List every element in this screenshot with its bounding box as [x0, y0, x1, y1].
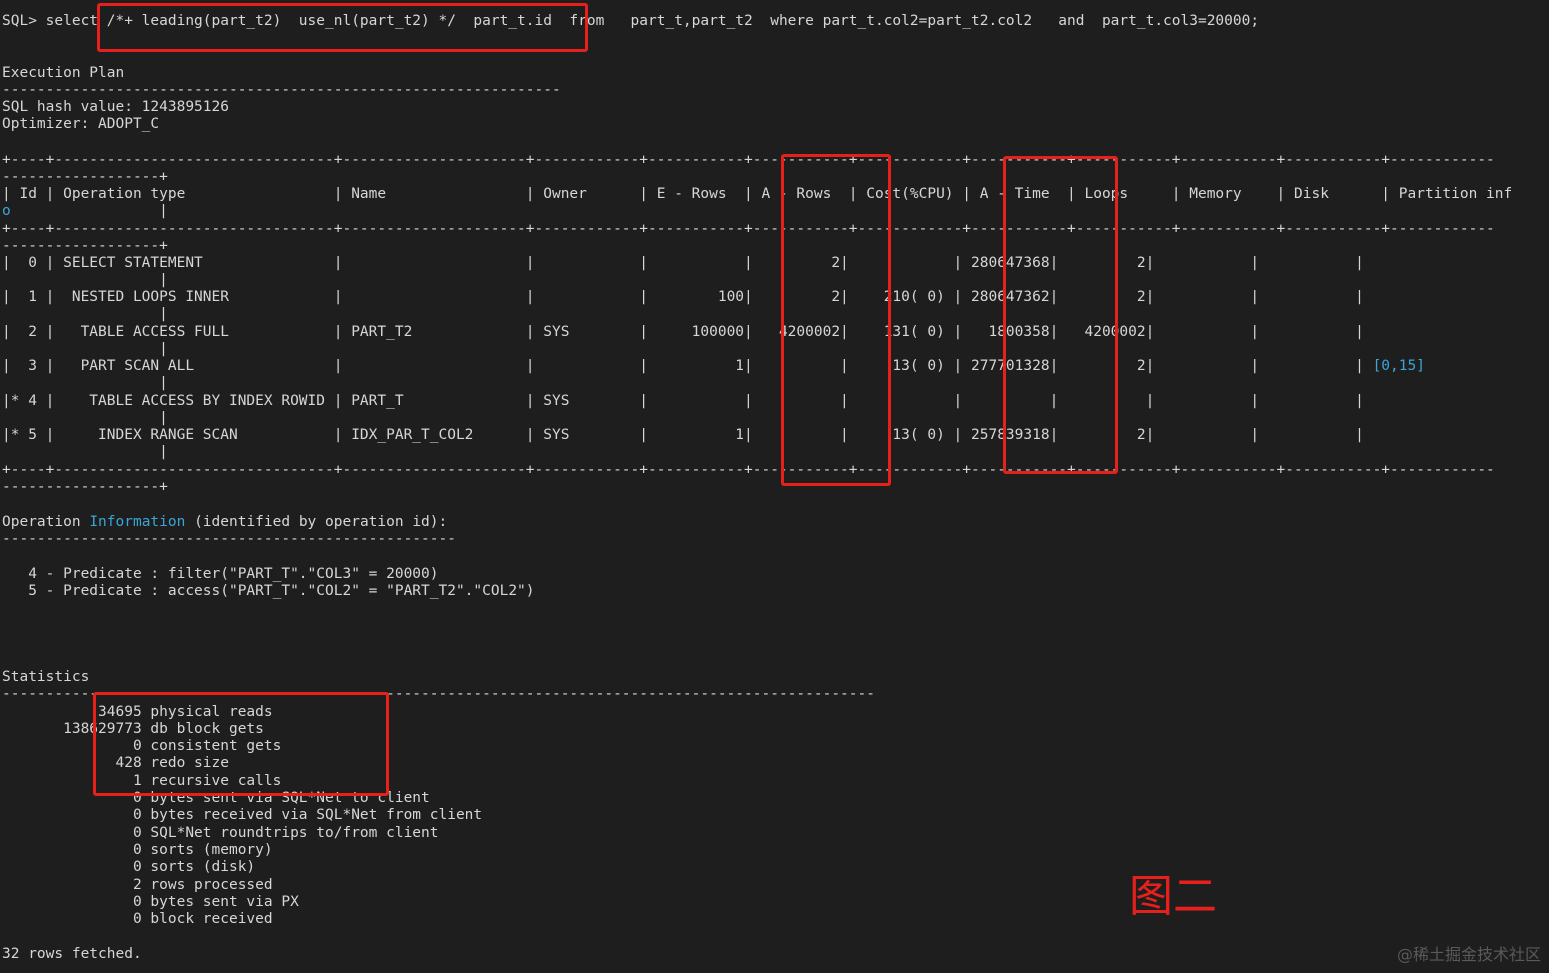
list-item: 0 bytes sent via SQL*Net to client	[2, 790, 430, 806]
operation-info-title: Operation Information (identified by ope…	[2, 514, 447, 531]
table-row-wrap: |	[2, 306, 168, 322]
table-border-top-wrap: ------------------+	[2, 169, 168, 185]
list-item: 0 block received	[2, 911, 273, 927]
list-item: 1 recursive calls	[2, 773, 282, 789]
table-header-wrap: |	[2, 203, 168, 219]
table-border-bottom: +----+--------------------------------+-…	[2, 462, 1495, 478]
predicate-4: 4 - Predicate : filter("PART_T"."COL3" =…	[2, 566, 439, 582]
list-item: 34695 physical reads	[2, 704, 273, 720]
table-row-text: | 3 | PART SCAN ALL | | | 1| | 13( 0) | …	[2, 358, 1373, 374]
operation-info-title-pre: Operation	[2, 514, 90, 530]
table-row-wrap: |	[2, 341, 168, 357]
table-border-mid: +----+--------------------------------+-…	[2, 221, 1495, 237]
figure-label: 图二	[1129, 871, 1217, 922]
table-row-wrap: |	[2, 375, 168, 391]
list-item: 0 bytes received via SQL*Net from client	[2, 807, 483, 823]
list-item: 0 consistent gets	[2, 738, 282, 754]
list-item: 138629773 db block gets	[2, 721, 264, 737]
table-row-wrap: |	[2, 444, 168, 460]
plan-header-rule: ----------------------------------------…	[2, 82, 561, 98]
list-item: 2 rows processed	[2, 877, 273, 893]
table-row: | 0 | SELECT STATEMENT | | | | 2| | 2806…	[2, 255, 1364, 271]
optimizer-line: Optimizer: ADOPT_C	[2, 116, 160, 132]
watermark: @稀土掘金技术社区	[1396, 945, 1541, 964]
partition-info: [0,15]	[1372, 358, 1425, 374]
list-item: 428 redo size	[2, 755, 229, 771]
rows-fetched-footer: 32 rows fetched.	[2, 946, 142, 962]
table-row: |* 4 | TABLE ACCESS BY INDEX ROWID | PAR…	[2, 393, 1364, 409]
list-item: 0 bytes sent via PX	[2, 894, 299, 910]
statistics-title: Statistics	[2, 669, 90, 685]
list-item: 0 sorts (memory)	[2, 842, 273, 858]
list-item: 0 sorts (disk)	[2, 859, 256, 875]
list-item: 0 SQL*Net roundtrips to/from client	[2, 825, 439, 841]
operation-info-rule: ----------------------------------------…	[2, 531, 456, 547]
predicate-5: 5 - Predicate : access("PART_T"."COL2" =…	[2, 583, 535, 599]
statistics-rule: ----------------------------------------…	[2, 686, 875, 702]
execution-plan-title: Execution Plan	[2, 65, 125, 81]
table-header: | Id | Operation type | Name | Owner | E…	[2, 186, 1512, 203]
table-row: |* 5 | INDEX RANGE SCAN | IDX_PAR_T_COL2…	[2, 427, 1364, 443]
table-row: | 1 | NESTED LOOPS INNER | | | 100| 2| 2…	[2, 289, 1364, 305]
sql-command-line: SQL> select /*+ leading(part_t2) use_nl(…	[2, 13, 1260, 29]
table-row: | 3 | PART SCAN ALL | | | 1| | 13( 0) | …	[2, 358, 1425, 375]
table-header-text: | Id | Operation type | Name | Owner | E…	[2, 186, 1513, 202]
table-row: | 2 | TABLE ACCESS FULL | PART_T2 | SYS …	[2, 324, 1364, 340]
table-border-bottom-wrap: ------------------+	[2, 479, 168, 495]
sql-hash-value: SQL hash value: 1243895126	[2, 99, 229, 115]
table-border-mid-wrap: ------------------+	[2, 238, 168, 254]
table-border-top: +----+--------------------------------+-…	[2, 152, 1495, 168]
operation-info-title-post: (identified by operation id):	[185, 514, 448, 530]
table-row-wrap: |	[2, 410, 168, 426]
operation-info-title-highlight: Information	[89, 514, 186, 530]
table-row-wrap: |	[2, 272, 168, 288]
